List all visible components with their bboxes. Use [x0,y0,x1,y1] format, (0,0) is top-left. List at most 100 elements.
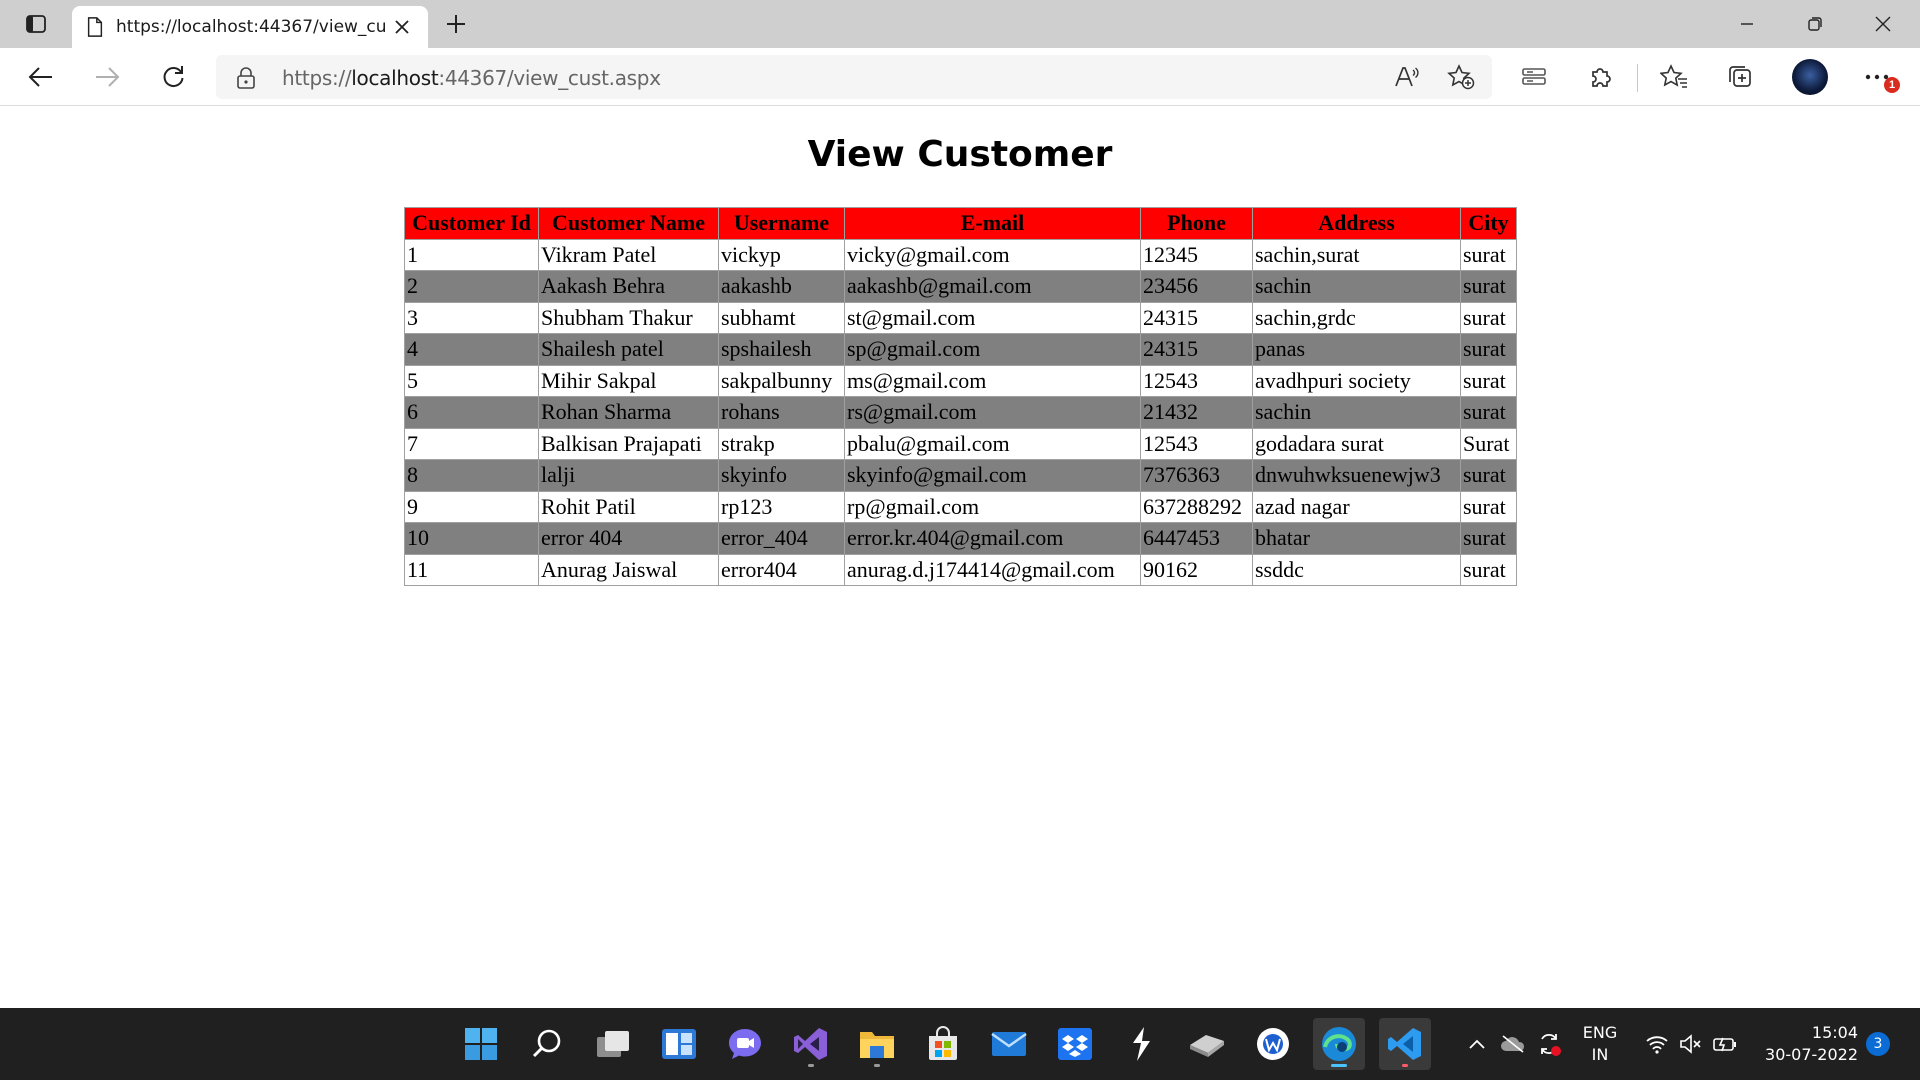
running-indicator [808,1064,814,1067]
address-bar[interactable]: https://localhost:44367/view_cust.aspx [216,55,1492,99]
network-tray-button[interactable] [1642,1008,1672,1080]
restore-button[interactable] [1782,0,1848,48]
microsoft-store-button[interactable] [917,1018,969,1070]
sync-tray-button[interactable] [1534,1008,1564,1080]
vertical-tabs-button[interactable] [1515,59,1553,95]
widgets-icon [662,1029,696,1059]
cell-username: aakashb [718,270,845,303]
app-w-button[interactable] [1247,1018,1299,1070]
header-email: E-mail [844,207,1141,240]
cell-customer-id: 9 [404,490,539,523]
favorites-button[interactable] [1655,59,1693,95]
cell-phone: 12543 [1140,427,1253,460]
language-code: ENG [1582,1023,1618,1042]
cell-customer-name: Shubham Thakur [538,301,719,334]
url-text[interactable]: https://localhost:44367/view_cust.aspx [282,66,661,90]
cell-customer-id: 10 [404,522,539,555]
cell-customer-id: 11 [404,553,539,586]
mail-icon [991,1032,1027,1056]
drive-app-button[interactable] [1181,1018,1233,1070]
cell-email: sp@gmail.com [844,333,1141,366]
cell-customer-name: Mihir Sakpal [538,364,719,397]
toolbar-separator [1637,64,1638,92]
onedrive-tray-button[interactable] [1498,1008,1528,1080]
cell-city: surat [1460,364,1517,397]
cell-customer-id: 2 [404,270,539,303]
cell-customer-name: Rohit Patil [538,490,719,523]
cell-email: rp@gmail.com [844,490,1141,523]
dropbox-button[interactable] [1049,1018,1101,1070]
header-city: City [1460,207,1517,240]
header-customer-name: Customer Name [538,207,719,240]
cell-customer-name: error 404 [538,522,719,555]
tab-close-button[interactable] [390,15,414,39]
teams-chat-button[interactable] [719,1018,771,1070]
cell-email: pbalu@gmail.com [844,427,1141,460]
new-tab-button[interactable] [438,8,474,40]
collections-icon [1729,66,1751,87]
table-header-row: Customer Id Customer Name Username E-mai… [404,207,1517,240]
read-aloud-button[interactable] [1390,61,1424,93]
refresh-button[interactable] [154,59,192,95]
close-window-button[interactable] [1850,0,1916,48]
edge-button[interactable] [1313,1018,1365,1070]
cell-phone: 6447453 [1140,522,1253,555]
toolbar-extension-icon [1522,68,1546,85]
table-row: 11 Anurag Jaiswal error404 anurag.d.j174… [404,553,1517,586]
clock-time: 15:04 [1811,1023,1858,1042]
cell-customer-name: Vikram Patel [538,238,719,271]
header-address: Address [1252,207,1461,240]
cell-customer-id: 5 [404,364,539,397]
sublime-button[interactable] [1115,1018,1167,1070]
battery-tray-button[interactable] [1710,1008,1740,1080]
cell-username: rp123 [718,490,845,523]
minimize-button[interactable] [1714,0,1780,48]
cell-customer-name: Shailesh patel [538,333,719,366]
cell-customer-id: 3 [404,301,539,334]
input-language-indicator[interactable]: ENG IN [1578,1022,1622,1066]
tab-actions-button[interactable] [16,8,56,40]
lock-icon[interactable] [236,67,256,89]
system-clock[interactable]: 15:04 30-07-2022 [1746,1022,1858,1066]
profile-avatar[interactable] [1792,59,1828,95]
refresh-icon [163,66,184,87]
collections-button[interactable] [1721,59,1759,95]
vscode-icon [1388,1028,1421,1060]
taskbar-search-button[interactable] [521,1018,573,1070]
cell-customer-id: 8 [404,459,539,492]
clock-date: 30-07-2022 [1765,1045,1858,1064]
extensions-button[interactable] [1582,59,1620,95]
cell-email: ms@gmail.com [844,364,1141,397]
forward-button[interactable] [88,59,126,95]
volume-tray-button[interactable] [1676,1008,1706,1080]
volume-muted-icon [1680,1034,1701,1054]
cell-city: Surat [1460,427,1517,460]
browser-tab-active[interactable]: https://localhost:44367/view_cust.aspx [72,6,428,48]
cell-customer-id: 1 [404,238,539,271]
widgets-button[interactable] [653,1018,705,1070]
cell-city: surat [1460,301,1517,334]
show-hidden-icons-button[interactable] [1462,1008,1492,1080]
header-username: Username [718,207,845,240]
back-button[interactable] [22,59,60,95]
task-view-button[interactable] [587,1018,639,1070]
mail-button[interactable] [983,1018,1035,1070]
drive-icon [1190,1035,1224,1057]
read-aloud-icon [1395,67,1419,87]
running-indicator [1402,1064,1408,1067]
running-indicator [1331,1064,1347,1067]
cell-address: azad nagar [1252,490,1461,523]
file-explorer-button[interactable] [851,1018,903,1070]
notification-center-badge[interactable]: 3 [1866,1032,1890,1056]
cell-username: vickyp [718,238,845,271]
add-favorite-button[interactable] [1444,61,1478,93]
vscode-button[interactable] [1379,1018,1431,1070]
start-button[interactable] [455,1018,507,1070]
table-row: 4 Shailesh patel spshailesh sp@gmail.com… [404,333,1517,366]
visual-studio-button[interactable] [785,1018,837,1070]
close-icon [395,20,409,34]
cell-email: anurag.d.j174414@gmail.com [844,553,1141,586]
app-w-icon [1257,1028,1289,1060]
cell-username: subhamt [718,301,845,334]
cell-email: skyinfo@gmail.com [844,459,1141,492]
